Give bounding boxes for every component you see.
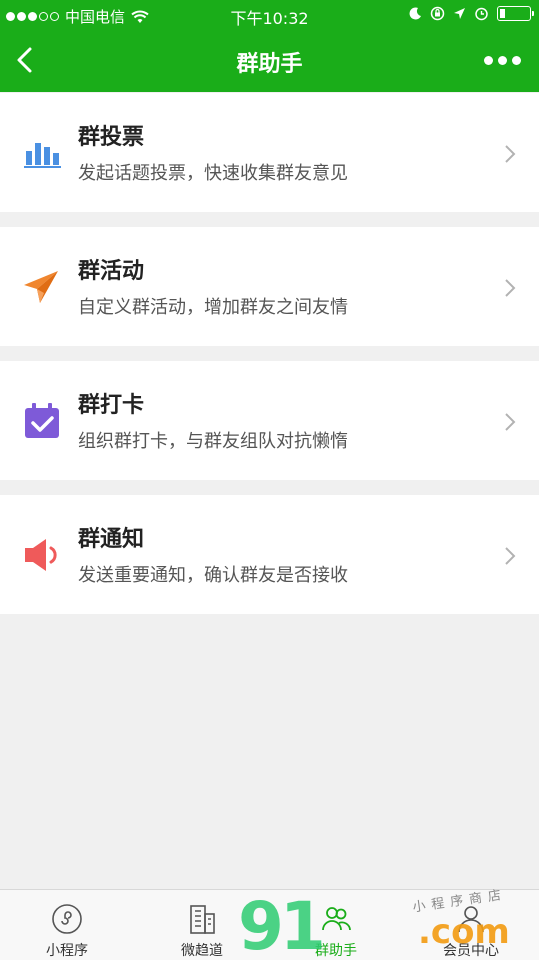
group-icon [322, 907, 351, 931]
nav-bar: 群助手 [0, 30, 539, 92]
speaker-icon [25, 539, 57, 571]
tab-mini-program[interactable]: 小程序 [0, 890, 134, 960]
status-bar: 中国电信 下午10:32 [0, 0, 539, 30]
item-description: 发起话题投票，快速收集群友意见 [78, 163, 348, 184]
building-icon [190, 905, 215, 934]
location-icon [454, 8, 465, 19]
item-title: 群投票 [78, 125, 145, 150]
chevron-right-icon [505, 279, 516, 297]
chevron-right-icon [505, 413, 516, 431]
paper-plane-icon [24, 271, 58, 303]
chevron-right-icon [505, 145, 516, 163]
item-description: 发送重要通知，确认群友是否接收 [78, 565, 348, 586]
rotation-lock-icon [430, 6, 445, 21]
status-right [409, 6, 534, 21]
battery-icon [497, 6, 534, 21]
page-title: 群助手 [236, 52, 303, 77]
list-item-notice[interactable]: 群通知 发送重要通知，确认群友是否接收 [0, 495, 539, 614]
list-item-checkin[interactable]: 群打卡 组织群打卡，与群友组队对抗懒惰 [0, 361, 539, 480]
item-description: 组织群打卡，与群友组队对抗懒惰 [78, 431, 348, 452]
watermark-domain: .com [418, 912, 510, 952]
list-item-activity[interactable]: 群活动 自定义群活动，增加群友之间友情 [0, 227, 539, 346]
item-title: 群通知 [78, 527, 145, 552]
alarm-icon [475, 7, 488, 21]
item-title: 群打卡 [78, 393, 145, 418]
tab-label: 小程序 [46, 943, 88, 959]
bar-chart-icon [24, 143, 61, 168]
mini-program-icon [52, 904, 82, 934]
watermark-logo: 91 [238, 888, 326, 960]
moon-icon [409, 7, 421, 20]
chevron-right-icon [505, 547, 516, 565]
more-dots-icon[interactable] [484, 56, 521, 65]
calendar-check-icon [25, 403, 59, 438]
item-description: 自定义群活动，增加群友之间友情 [78, 297, 348, 318]
item-title: 群活动 [78, 259, 145, 284]
list-item-vote[interactable]: 群投票 发起话题投票，快速收集群友意见 [0, 93, 539, 212]
